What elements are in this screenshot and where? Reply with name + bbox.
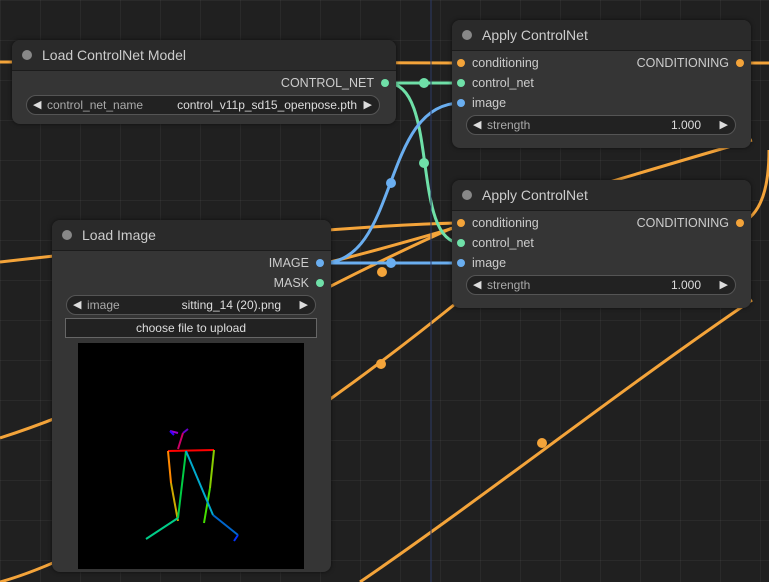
arrow-left-icon[interactable]: ◀ — [473, 276, 481, 294]
input-image[interactable]: image — [452, 255, 506, 271]
link-midpoint[interactable] — [386, 258, 396, 268]
control-net-name-combo[interactable]: ◀ control_net_name control_v11p_sd15_ope… — [26, 95, 380, 115]
output-socket-icon[interactable] — [316, 279, 324, 287]
apply-controlnet-node-1[interactable]: Apply ControlNet conditioning CONDITIONI… — [452, 20, 751, 148]
node-title-bar[interactable]: Load ControlNet Model — [12, 40, 396, 71]
link-conditioning[interactable] — [359, 298, 753, 582]
input-control-net[interactable]: control_net — [452, 75, 534, 91]
strength-number-widget[interactable]: ◀ strength 1.000 ▶ — [466, 115, 736, 135]
output-socket-icon[interactable] — [736, 59, 744, 67]
openpose-skeleton-image — [145, 428, 239, 542]
output-conditioning[interactable]: CONDITIONING — [637, 55, 747, 71]
collapse-dot-icon[interactable] — [462, 30, 472, 40]
input-socket-icon[interactable] — [457, 79, 465, 87]
collapse-dot-icon[interactable] — [22, 50, 32, 60]
load-controlnet-node[interactable]: Load ControlNet Model CONTROL_NET ◀ cont… — [12, 40, 396, 124]
node-title-bar[interactable]: Load Image — [52, 220, 331, 251]
arrow-right-icon[interactable]: ▶ — [300, 296, 308, 314]
node-title-bar[interactable]: Apply ControlNet — [452, 180, 751, 211]
output-mask[interactable]: MASK — [274, 275, 327, 291]
arrow-left-icon[interactable]: ◀ — [33, 96, 41, 114]
output-socket-icon[interactable] — [381, 79, 389, 87]
link-midpoint[interactable] — [419, 78, 429, 88]
collapse-dot-icon[interactable] — [462, 190, 472, 200]
link-midpoint[interactable] — [386, 178, 396, 188]
input-image[interactable]: image — [452, 95, 506, 111]
node-title: Apply ControlNet — [482, 27, 588, 43]
arrow-right-icon[interactable]: ▶ — [720, 116, 728, 134]
link-image[interactable] — [321, 101, 462, 265]
link-midpoint[interactable] — [376, 359, 386, 369]
arrow-left-icon[interactable]: ◀ — [473, 116, 481, 134]
choose-file-upload-button[interactable]: choose file to upload — [65, 318, 317, 338]
input-socket-icon[interactable] — [457, 59, 465, 67]
node-title: Load Image — [82, 227, 156, 243]
arrow-left-icon[interactable]: ◀ — [73, 296, 81, 314]
link-midpoint[interactable] — [537, 438, 547, 448]
arrow-right-icon[interactable]: ▶ — [364, 96, 372, 114]
link-midpoint[interactable] — [377, 267, 387, 277]
input-conditioning[interactable]: conditioning — [452, 55, 539, 71]
output-conditioning[interactable]: CONDITIONING — [637, 215, 747, 231]
input-control-net[interactable]: control_net — [452, 235, 534, 251]
node-title: Apply ControlNet — [482, 187, 588, 203]
arrow-right-icon[interactable]: ▶ — [720, 276, 728, 294]
link-control-net[interactable] — [386, 81, 462, 245]
image-preview — [78, 343, 304, 569]
node-title: Load ControlNet Model — [42, 47, 186, 63]
node-title-bar[interactable]: Apply ControlNet — [452, 20, 751, 51]
input-socket-icon[interactable] — [457, 219, 465, 227]
link-midpoint[interactable] — [419, 158, 429, 168]
input-socket-icon[interactable] — [457, 99, 465, 107]
apply-controlnet-node-2[interactable]: Apply ControlNet conditioning CONDITIONI… — [452, 180, 751, 308]
output-control-net[interactable]: CONTROL_NET — [281, 75, 392, 91]
output-socket-icon[interactable] — [736, 219, 744, 227]
collapse-dot-icon[interactable] — [62, 230, 72, 240]
input-conditioning[interactable]: conditioning — [452, 215, 539, 231]
output-socket-icon[interactable] — [316, 259, 324, 267]
load-image-node[interactable]: Load Image IMAGE MASK ◀ image sitting_14… — [52, 220, 331, 572]
output-image[interactable]: IMAGE — [269, 255, 327, 271]
strength-number-widget[interactable]: ◀ strength 1.000 ▶ — [466, 275, 736, 295]
image-combo[interactable]: ◀ image sitting_14 (20).png ▶ — [66, 295, 316, 315]
input-socket-icon[interactable] — [457, 239, 465, 247]
input-socket-icon[interactable] — [457, 259, 465, 267]
